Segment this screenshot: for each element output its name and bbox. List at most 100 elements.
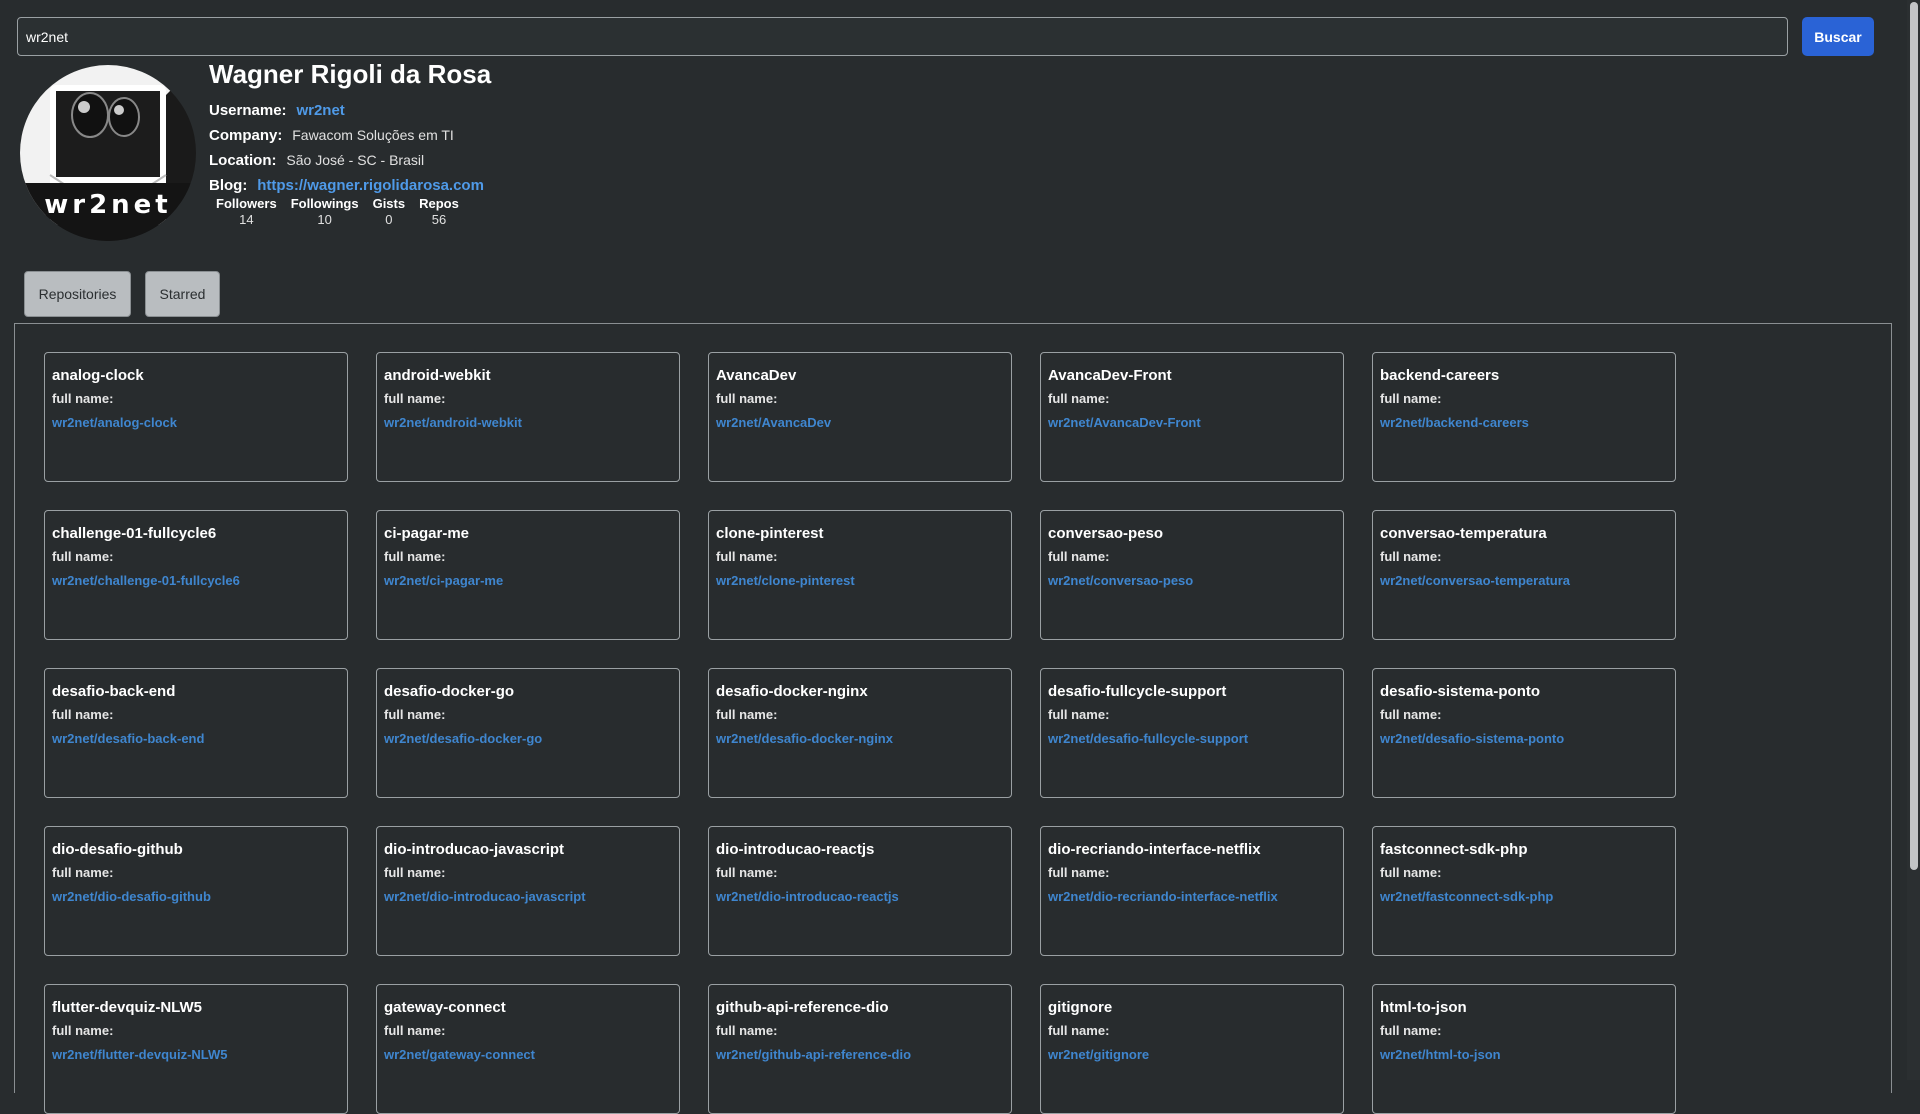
stat-repos: Repos 56 bbox=[412, 196, 466, 228]
repo-name: gateway-connect bbox=[384, 999, 506, 1016]
repo-fullname-label: full name: bbox=[52, 1023, 114, 1038]
repo-fullname-label: full name: bbox=[716, 865, 778, 880]
repo-link[interactable]: wr2net/desafio-docker-go bbox=[384, 731, 542, 746]
repo-card: AvancaDev full name: wr2net/AvancaDev bbox=[708, 352, 1012, 482]
stat-value: 56 bbox=[431, 212, 447, 227]
repo-fullname-label: full name: bbox=[384, 391, 446, 406]
repo-card: github-api-reference-dio full name: wr2net… bbox=[708, 984, 1012, 1114]
repo-fullname-label: full name: bbox=[716, 391, 778, 406]
repo-card: clone-pinterest full name: wr2net/clone-pi… bbox=[708, 510, 1012, 640]
repo-name: desafio-sistema-ponto bbox=[1380, 683, 1541, 700]
repo-name: desafio-back-end bbox=[52, 683, 176, 700]
repo-fullname-label: full name: bbox=[1380, 1023, 1442, 1038]
repo-card: backend-careers full name: wr2net/backend-… bbox=[1372, 352, 1676, 482]
username-link[interactable]: wr2net bbox=[296, 102, 344, 119]
scrollbar-thumb[interactable] bbox=[1910, 2, 1918, 870]
repo-card: ci-pagar-me full name: wr2net/ci-pagar-me bbox=[376, 510, 680, 640]
repo-name: desafio-docker-nginx bbox=[716, 683, 868, 700]
repo-card: fastconnect-sdk-php full name: wr2net/fast… bbox=[1372, 826, 1676, 956]
repo-link[interactable]: wr2net/android-webkit bbox=[384, 415, 522, 430]
page-scrollbar[interactable] bbox=[1907, 0, 1920, 1080]
repo-link[interactable]: wr2net/dio-introducao-javascript bbox=[384, 889, 586, 904]
blog-link[interactable]: https://wagner.rigolidarosa.com bbox=[257, 177, 484, 194]
repo-link[interactable]: wr2net/flutter-devquiz-NLW5 bbox=[52, 1047, 228, 1062]
repo-fullname-label: full name: bbox=[384, 707, 446, 722]
repo-fullname-label: full name: bbox=[1380, 707, 1442, 722]
stat-followings: Followings 10 bbox=[284, 196, 366, 228]
repo-fullname-label: full name: bbox=[1048, 549, 1110, 564]
repo-link[interactable]: wr2net/gitignore bbox=[1048, 1047, 1149, 1062]
repo-link[interactable]: wr2net/backend-careers bbox=[1380, 415, 1529, 430]
repo-link[interactable]: wr2net/desafio-fullcycle-support bbox=[1048, 731, 1248, 746]
repo-name: clone-pinterest bbox=[716, 525, 824, 542]
repo-card: dio-introducao-javascript full name: wr2ne… bbox=[376, 826, 680, 956]
repo-link[interactable]: wr2net/gateway-connect bbox=[384, 1047, 535, 1062]
repo-name: gitignore bbox=[1048, 999, 1113, 1016]
avatar-logo-text: wr2net bbox=[44, 190, 172, 220]
repo-card: desafio-docker-go full name: wr2net/desafi… bbox=[376, 668, 680, 798]
company-value: Fawacom Soluções em TI bbox=[292, 127, 454, 143]
repo-name: flutter-devquiz-NLW5 bbox=[52, 999, 202, 1016]
search-button[interactable]: Buscar bbox=[1802, 17, 1874, 56]
repo-link[interactable]: wr2net/conversao-peso bbox=[1048, 573, 1193, 588]
tab-starred[interactable]: Starred bbox=[145, 271, 220, 317]
stat-value: 0 bbox=[385, 212, 393, 227]
repo-fullname-label: full name: bbox=[384, 865, 446, 880]
repo-card: desafio-back-end full name: wr2net/desafio… bbox=[44, 668, 348, 798]
repo-card: desafio-docker-nginx full name: wr2net/des… bbox=[708, 668, 1012, 798]
location-value: São José - SC - Brasil bbox=[286, 152, 425, 168]
repo-link[interactable]: wr2net/fastconnect-sdk-php bbox=[1380, 889, 1553, 904]
repo-card: desafio-sistema-ponto full name: wr2net/de… bbox=[1372, 668, 1676, 798]
repo-link[interactable]: wr2net/challenge-01-fullcycle6 bbox=[52, 573, 240, 588]
repo-link[interactable]: wr2net/AvancaDev-Front bbox=[1048, 415, 1201, 430]
repo-name: dio-recriando-interface-netflix bbox=[1048, 841, 1261, 858]
search-input[interactable] bbox=[17, 17, 1788, 56]
company-row: Company: Fawacom Soluções em TI bbox=[209, 123, 809, 148]
stat-value: 10 bbox=[317, 212, 332, 227]
repo-link[interactable]: wr2net/github-api-reference-dio bbox=[716, 1047, 911, 1062]
repo-name: fastconnect-sdk-php bbox=[1380, 841, 1528, 858]
repo-link[interactable]: wr2net/html-to-json bbox=[1380, 1047, 1501, 1062]
repo-name: dio-introducao-javascript bbox=[384, 841, 565, 858]
repo-grid: analog-clock full name: wr2net/analog-cloc… bbox=[44, 352, 1676, 1114]
repo-name: dio-introducao-reactjs bbox=[716, 841, 875, 858]
avatar: wr2net bbox=[20, 65, 196, 241]
repo-name: challenge-01-fullcycle6 bbox=[52, 525, 217, 542]
repo-name: AvancaDev bbox=[716, 367, 797, 384]
repo-link[interactable]: wr2net/dio-desafio-github bbox=[52, 889, 211, 904]
profile-stats: Followers 14 Followings 10 Gists 0 Repos… bbox=[209, 196, 466, 228]
repo-fullname-label: full name: bbox=[384, 1023, 446, 1038]
stat-gists: Gists 0 bbox=[366, 196, 413, 228]
repo-card: conversao-peso full name: wr2net/conversao… bbox=[1040, 510, 1344, 640]
repo-link[interactable]: wr2net/analog-clock bbox=[52, 415, 177, 430]
repo-fullname-label: full name: bbox=[1380, 865, 1442, 880]
tab-repositories[interactable]: Repositories bbox=[24, 271, 131, 317]
stat-label: Repos bbox=[419, 196, 459, 211]
stat-followers: Followers 14 bbox=[209, 196, 284, 228]
company-label: Company: bbox=[209, 127, 283, 144]
repo-link[interactable]: wr2net/dio-recriando-interface-netflix bbox=[1048, 889, 1278, 904]
repo-card: gitignore full name: wr2net/gitignore bbox=[1040, 984, 1344, 1114]
repo-link[interactable]: wr2net/ci-pagar-me bbox=[384, 573, 503, 588]
username-label: Username: bbox=[209, 102, 287, 119]
repo-card: gateway-connect full name: wr2net/gateway-… bbox=[376, 984, 680, 1114]
repo-card: dio-introducao-reactjs full name: wr2net/d… bbox=[708, 826, 1012, 956]
blog-label: Blog: bbox=[209, 177, 248, 194]
repo-card: desafio-fullcycle-support full name: wr2ne… bbox=[1040, 668, 1344, 798]
repo-fullname-label: full name: bbox=[1048, 1023, 1110, 1038]
repo-link[interactable]: wr2net/dio-introducao-reactjs bbox=[716, 889, 899, 904]
repo-link[interactable]: wr2net/conversao-temperatura bbox=[1380, 573, 1570, 588]
repo-fullname-label: full name: bbox=[52, 549, 114, 564]
repo-fullname-label: full name: bbox=[1048, 391, 1110, 406]
repo-fullname-label: full name: bbox=[384, 549, 446, 564]
repo-link[interactable]: wr2net/clone-pinterest bbox=[716, 573, 855, 588]
repo-name: desafio-docker-go bbox=[384, 683, 515, 700]
repo-name: AvancaDev-Front bbox=[1048, 367, 1172, 384]
repo-link[interactable]: wr2net/desafio-back-end bbox=[52, 731, 204, 746]
repo-name: dio-desafio-github bbox=[52, 841, 183, 858]
repo-link[interactable]: wr2net/AvancaDev bbox=[716, 415, 831, 430]
repo-link[interactable]: wr2net/desafio-sistema-ponto bbox=[1380, 731, 1564, 746]
repo-name: github-api-reference-dio bbox=[716, 999, 889, 1016]
repo-link[interactable]: wr2net/desafio-docker-nginx bbox=[716, 731, 893, 746]
repo-name: conversao-temperatura bbox=[1380, 525, 1547, 542]
